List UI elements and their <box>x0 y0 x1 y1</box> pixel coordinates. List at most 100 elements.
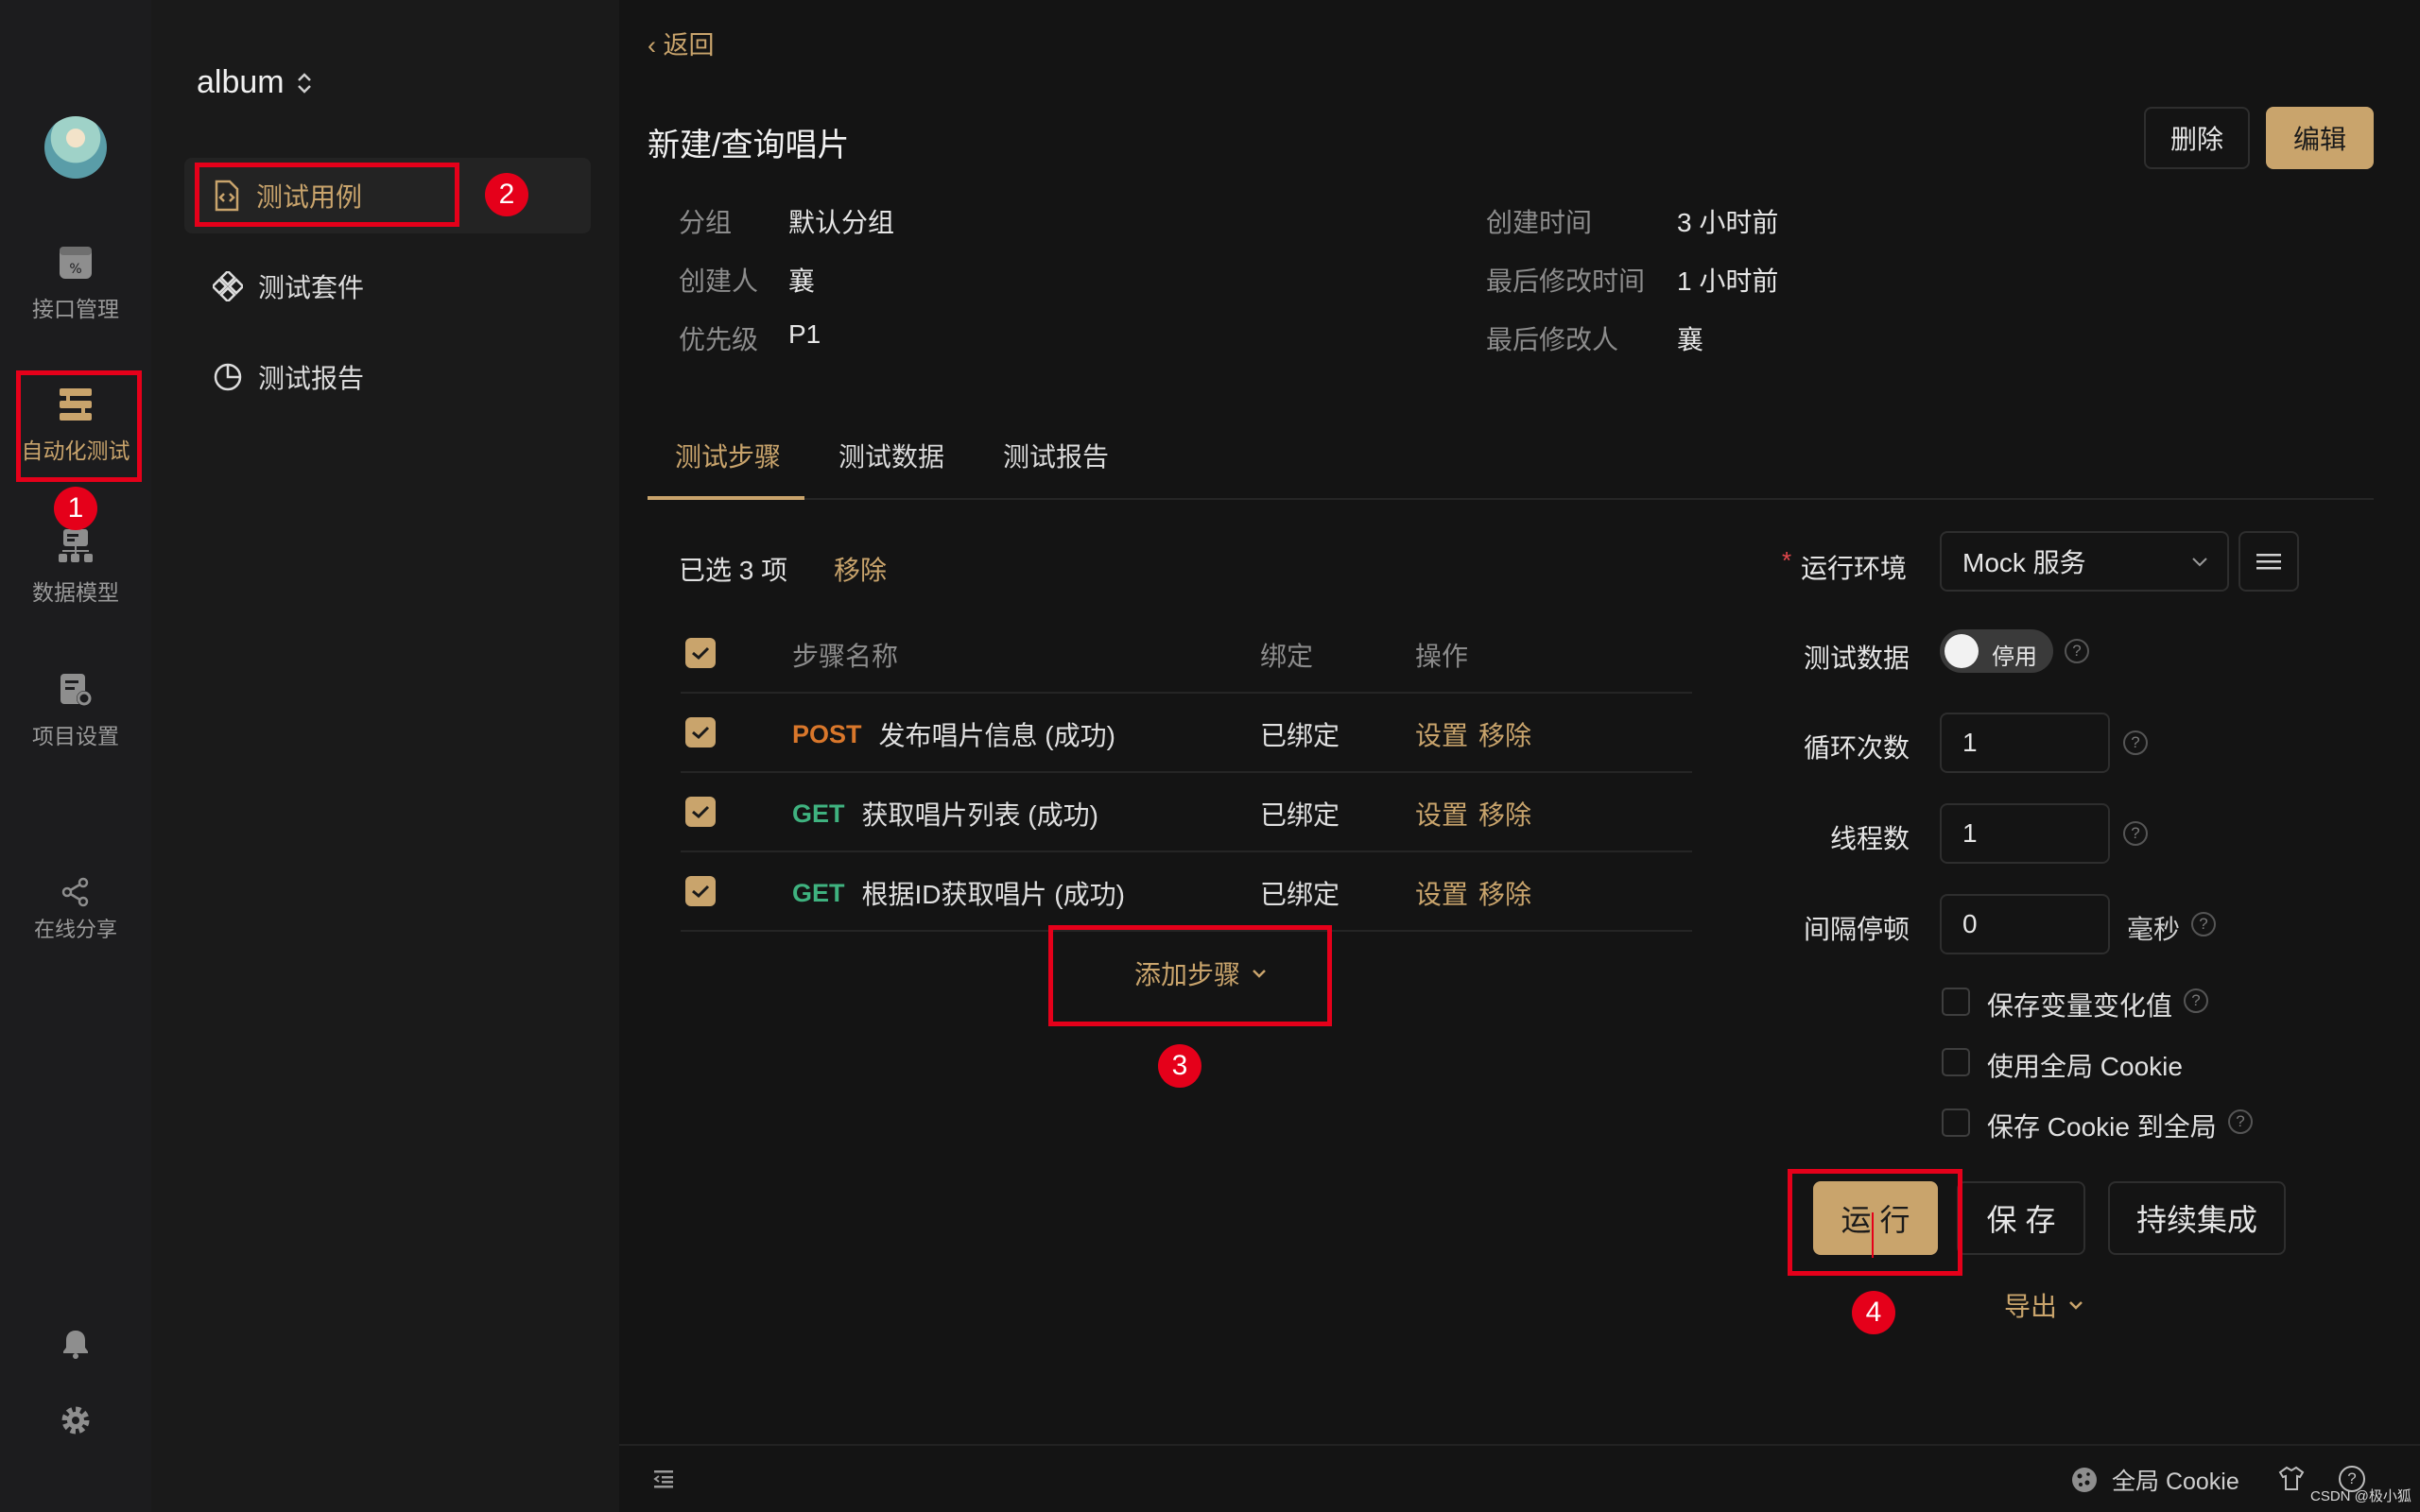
help-icon[interactable]: ? <box>2191 912 2216 936</box>
row-remove-link[interactable]: 移除 <box>1478 715 1531 753</box>
back-link[interactable]: ‹ 返回 <box>648 25 715 61</box>
text-cursor <box>1872 1212 1874 1258</box>
rail-item-project-settings-label: 项目设置 <box>32 724 119 748</box>
svg-text:%: % <box>69 262 81 277</box>
interval-input[interactable]: 0 <box>1940 894 2110 954</box>
modified-key: 最后修改时间 <box>1486 266 1646 296</box>
share-icon <box>61 877 89 907</box>
divider <box>681 692 1692 694</box>
ci-button[interactable]: 持续集成 <box>2108 1181 2286 1255</box>
step-name: 根据ID获取唱片 (成功) <box>861 880 1125 909</box>
col-bind: 绑定 <box>1260 642 1314 671</box>
export-label: 导出 <box>2004 1292 2058 1321</box>
chevron-updown-icon <box>297 72 311 94</box>
test-data-label: 测试数据 <box>1803 644 1910 673</box>
collapse-sidebar-icon[interactable] <box>652 1468 675 1490</box>
method-badge: POST <box>792 719 862 748</box>
tab-test-data[interactable]: 测试数据 <box>838 437 944 474</box>
gear-icon[interactable] <box>59 1403 93 1437</box>
divider <box>681 771 1692 773</box>
modifier-key: 最后修改人 <box>1486 325 1619 354</box>
sidebar-item-test-reports[interactable]: 测试报告 <box>184 339 591 415</box>
rail-item-project-settings[interactable]: 项目设置 <box>0 671 151 750</box>
select-all-checkbox[interactable] <box>685 638 716 668</box>
bind-status: 已绑定 <box>1260 880 1340 909</box>
row-settings-link[interactable]: 设置 <box>1415 795 1468 833</box>
row-settings-link[interactable]: 设置 <box>1415 874 1468 912</box>
step-name: 获取唱片列表 (成功) <box>861 800 1098 830</box>
env-select[interactable]: Mock 服务 <box>1940 531 2229 592</box>
row-checkbox[interactable] <box>685 717 716 747</box>
row-settings-link[interactable]: 设置 <box>1415 715 1468 753</box>
env-menu-button[interactable] <box>2238 531 2299 592</box>
tab-active-indicator <box>648 496 804 500</box>
project-switcher[interactable]: album <box>197 64 313 101</box>
page-title: 新建/查询唱片 <box>648 128 850 163</box>
save-cookie-global-checkbox[interactable] <box>1942 1108 1970 1137</box>
table-row[interactable]: POST 发布唱片信息 (成功) <box>792 715 1115 753</box>
step-name: 发布唱片信息 (成功) <box>878 721 1115 750</box>
help-icon[interactable]: ? <box>2228 1109 2253 1134</box>
toggle-text: 停用 <box>1992 644 2037 670</box>
rail-item-api-label: 接口管理 <box>32 297 119 321</box>
tab-test-reports[interactable]: 测试报告 <box>1003 437 1109 474</box>
created-value: 3 小时前 <box>1677 208 1779 237</box>
created-key: 创建时间 <box>1486 208 1593 237</box>
creator-value: 襄 <box>788 266 816 296</box>
table-row[interactable]: GET 获取唱片列表 (成功) <box>792 795 1098 833</box>
test-suite-icon <box>213 271 243 301</box>
help-icon[interactable]: ? <box>2123 730 2148 755</box>
env-value: Mock 服务 <box>1962 548 2086 577</box>
project-name: album <box>197 64 285 100</box>
test-data-toggle[interactable]: 停用 <box>1940 629 2053 673</box>
tab-test-steps[interactable]: 测试步骤 <box>675 437 781 474</box>
avatar[interactable] <box>44 116 107 179</box>
save-button[interactable]: 保 存 <box>1957 1181 2085 1255</box>
toggle-knob <box>1945 634 1979 668</box>
annotation-box-1 <box>16 370 142 482</box>
row-checkbox[interactable] <box>685 876 716 906</box>
menu-icon <box>2256 554 2281 570</box>
global-cookie-button[interactable]: 全局 Cookie <box>2070 1463 2239 1497</box>
save-variable-changes-checkbox[interactable] <box>1942 988 1970 1016</box>
use-global-cookie-checkbox[interactable] <box>1942 1048 1970 1076</box>
threads-input[interactable]: 1 <box>1940 803 2110 864</box>
theme-icon[interactable] <box>2278 1465 2305 1491</box>
edit-button[interactable]: 编辑 <box>2266 107 2374 169</box>
tabs-divider <box>648 498 2374 500</box>
rail-item-data-model[interactable]: 数据模型 <box>0 527 151 607</box>
export-dropdown[interactable]: 导出 <box>2004 1286 2083 1324</box>
help-icon[interactable]: ? <box>2184 988 2208 1013</box>
help-icon[interactable]: ? <box>2123 821 2148 846</box>
sidebar-item-test-suites[interactable]: 测试套件 <box>184 249 591 324</box>
help-icon[interactable]: ? <box>2065 639 2089 663</box>
rail-item-share-label: 在线分享 <box>33 918 117 941</box>
group-value: 默认分组 <box>788 208 895 237</box>
annotation-badge-3: 3 <box>1158 1044 1201 1088</box>
priority-value: P1 <box>788 319 821 349</box>
data-model-icon <box>59 529 93 562</box>
table-row[interactable]: GET 根据ID获取唱片 (成功) <box>792 874 1125 912</box>
rail-item-api[interactable]: % 接口管理 <box>0 244 151 323</box>
interval-unit: 毫秒 <box>2127 915 2181 944</box>
rail-item-share[interactable]: 在线分享 <box>0 877 151 943</box>
bell-icon[interactable] <box>60 1328 92 1360</box>
back-label: 返回 <box>663 31 715 60</box>
chevron-down-icon <box>2069 1301 2083 1310</box>
threads-label: 线程数 <box>1829 824 1910 853</box>
save-variable-changes-label: 保存变量变化值 <box>1987 991 2173 1021</box>
check-icon <box>692 646 710 661</box>
check-icon <box>692 805 710 819</box>
annotation-box-2 <box>195 163 459 227</box>
row-remove-link[interactable]: 移除 <box>1478 795 1531 833</box>
annotation-box-4 <box>1788 1169 1962 1276</box>
remove-selected-link[interactable]: 移除 <box>834 550 887 588</box>
loops-input[interactable]: 1 <box>1940 713 2110 773</box>
check-icon <box>692 726 710 740</box>
sidebar-item-test-reports-label: 测试报告 <box>258 364 365 393</box>
delete-button[interactable]: 删除 <box>2144 107 2250 169</box>
group-key: 分组 <box>679 208 733 237</box>
row-remove-link[interactable]: 移除 <box>1478 874 1531 912</box>
col-step-name: 步骤名称 <box>792 642 899 671</box>
row-checkbox[interactable] <box>685 797 716 827</box>
